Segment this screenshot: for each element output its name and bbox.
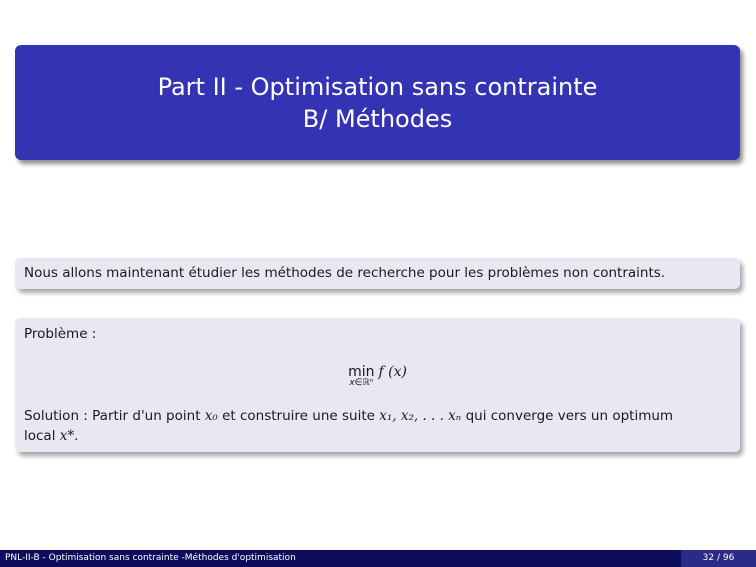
solution-x0: x₀ (204, 408, 218, 424)
solution-text: Solution : Partir d'un point x₀ et const… (24, 406, 680, 446)
formula-objective: f (x) (378, 364, 407, 380)
page-number: 32 / 96 (681, 550, 756, 567)
formula-min-subscript: x∈ℝⁿ (349, 378, 374, 388)
formula-min: min x∈ℝⁿ (348, 364, 374, 388)
intro-block: Nous allons maintenant étudier les métho… (15, 258, 740, 289)
solution-period: . (74, 428, 79, 444)
footer-title: PNL-II-B - Optimisation sans contrainte … (5, 553, 296, 563)
slide-subtitle: B/ Méthodes (302, 104, 453, 133)
problem-formula: min x∈ℝⁿ f (x) (15, 364, 740, 388)
solution-xstar: x* (59, 428, 75, 444)
problem-block: Problème : min x∈ℝⁿ f (x) Solution : Par… (15, 318, 740, 452)
intro-text: Nous allons maintenant étudier les métho… (24, 265, 666, 281)
solution-label: Solution (24, 408, 79, 424)
solution-part-2: et construire une suite (217, 408, 380, 424)
slide-title-box: Part II - Optimisation sans contrainte B… (15, 45, 740, 160)
problem-label: Problème : (24, 326, 97, 342)
footer-bar: PNL-II-B - Optimisation sans contrainte … (0, 550, 756, 567)
solution-part-1: : Partir d'un point (79, 408, 205, 424)
slide-title: Part II - Optimisation sans contrainte (157, 72, 598, 101)
solution-sequence: x₁, x₂, . . . xₙ (379, 408, 462, 424)
